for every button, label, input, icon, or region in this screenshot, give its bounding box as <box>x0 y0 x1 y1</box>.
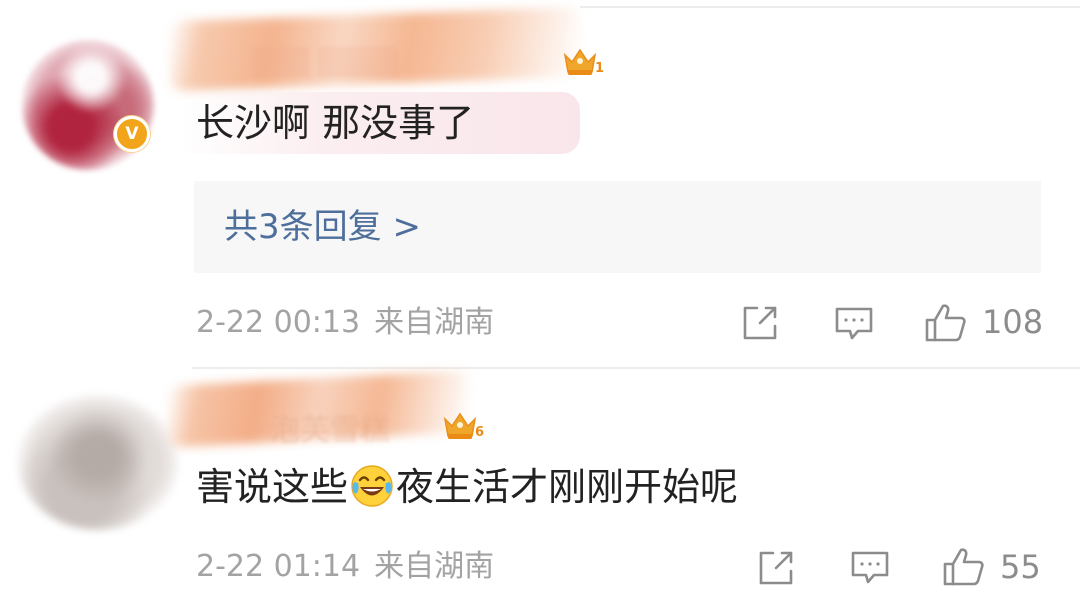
comment-button[interactable] <box>850 549 890 587</box>
comment-location: 来自湖南 <box>374 549 495 584</box>
comment-location: 来自湖南 <box>374 305 495 340</box>
level-number: 6 <box>474 425 484 440</box>
comment-feed: V ▒▒▒ ▒▒▒▒ 1 长沙啊 那没事了 共3条回复 > 2-22 00:13… <box>0 0 1080 612</box>
comment-meta: 2-22 01:14 来自湖南 <box>196 549 494 585</box>
avatar-image <box>18 395 178 530</box>
vip-badge-icon: V <box>114 116 150 152</box>
divider <box>192 367 1080 369</box>
comment-icon <box>851 551 889 584</box>
username-redaction-texture: ▒▒▒ ▒▒▒▒ <box>250 48 399 78</box>
comment-text: 害说这些 夜生活才刚刚开始呢 <box>196 464 738 510</box>
tears-of-joy-emoji <box>350 464 394 508</box>
thumbs-up-icon <box>943 548 984 586</box>
comment-timestamp: 2-22 01:14 <box>196 549 361 584</box>
comment-meta: 2-22 00:13 来自湖南 <box>196 305 494 341</box>
comment-text: 长沙啊 那没事了 <box>180 92 580 154</box>
share-icon <box>743 306 777 340</box>
share-button[interactable] <box>740 303 780 343</box>
comment-text-part: 害说这些 <box>196 465 349 509</box>
comment-icon <box>835 307 873 340</box>
avatar[interactable] <box>18 395 178 530</box>
like-count: 108 <box>982 303 1044 341</box>
like-count: 55 <box>1000 548 1041 586</box>
crown-icon: 6 <box>442 410 484 442</box>
divider <box>580 6 1080 8</box>
avatar-image <box>13 31 163 179</box>
share-icon <box>759 551 793 585</box>
username-partial: 泡芙雪糕 <box>270 413 390 448</box>
comment-timestamp: 2-22 00:13 <box>196 305 361 340</box>
view-replies-link[interactable]: 共3条回复 > <box>224 207 421 247</box>
like-button[interactable] <box>924 302 968 344</box>
comment-text-part: 夜生活才刚刚开始呢 <box>396 465 739 509</box>
like-button[interactable] <box>942 546 986 588</box>
thumbs-up-icon <box>925 304 966 342</box>
comment-button[interactable] <box>834 305 874 343</box>
level-number: 1 <box>594 61 604 76</box>
avatar[interactable]: V <box>13 31 163 179</box>
replies-panel[interactable]: 共3条回复 > <box>194 181 1041 273</box>
crown-icon: 1 <box>562 46 604 78</box>
share-button[interactable] <box>756 548 796 588</box>
